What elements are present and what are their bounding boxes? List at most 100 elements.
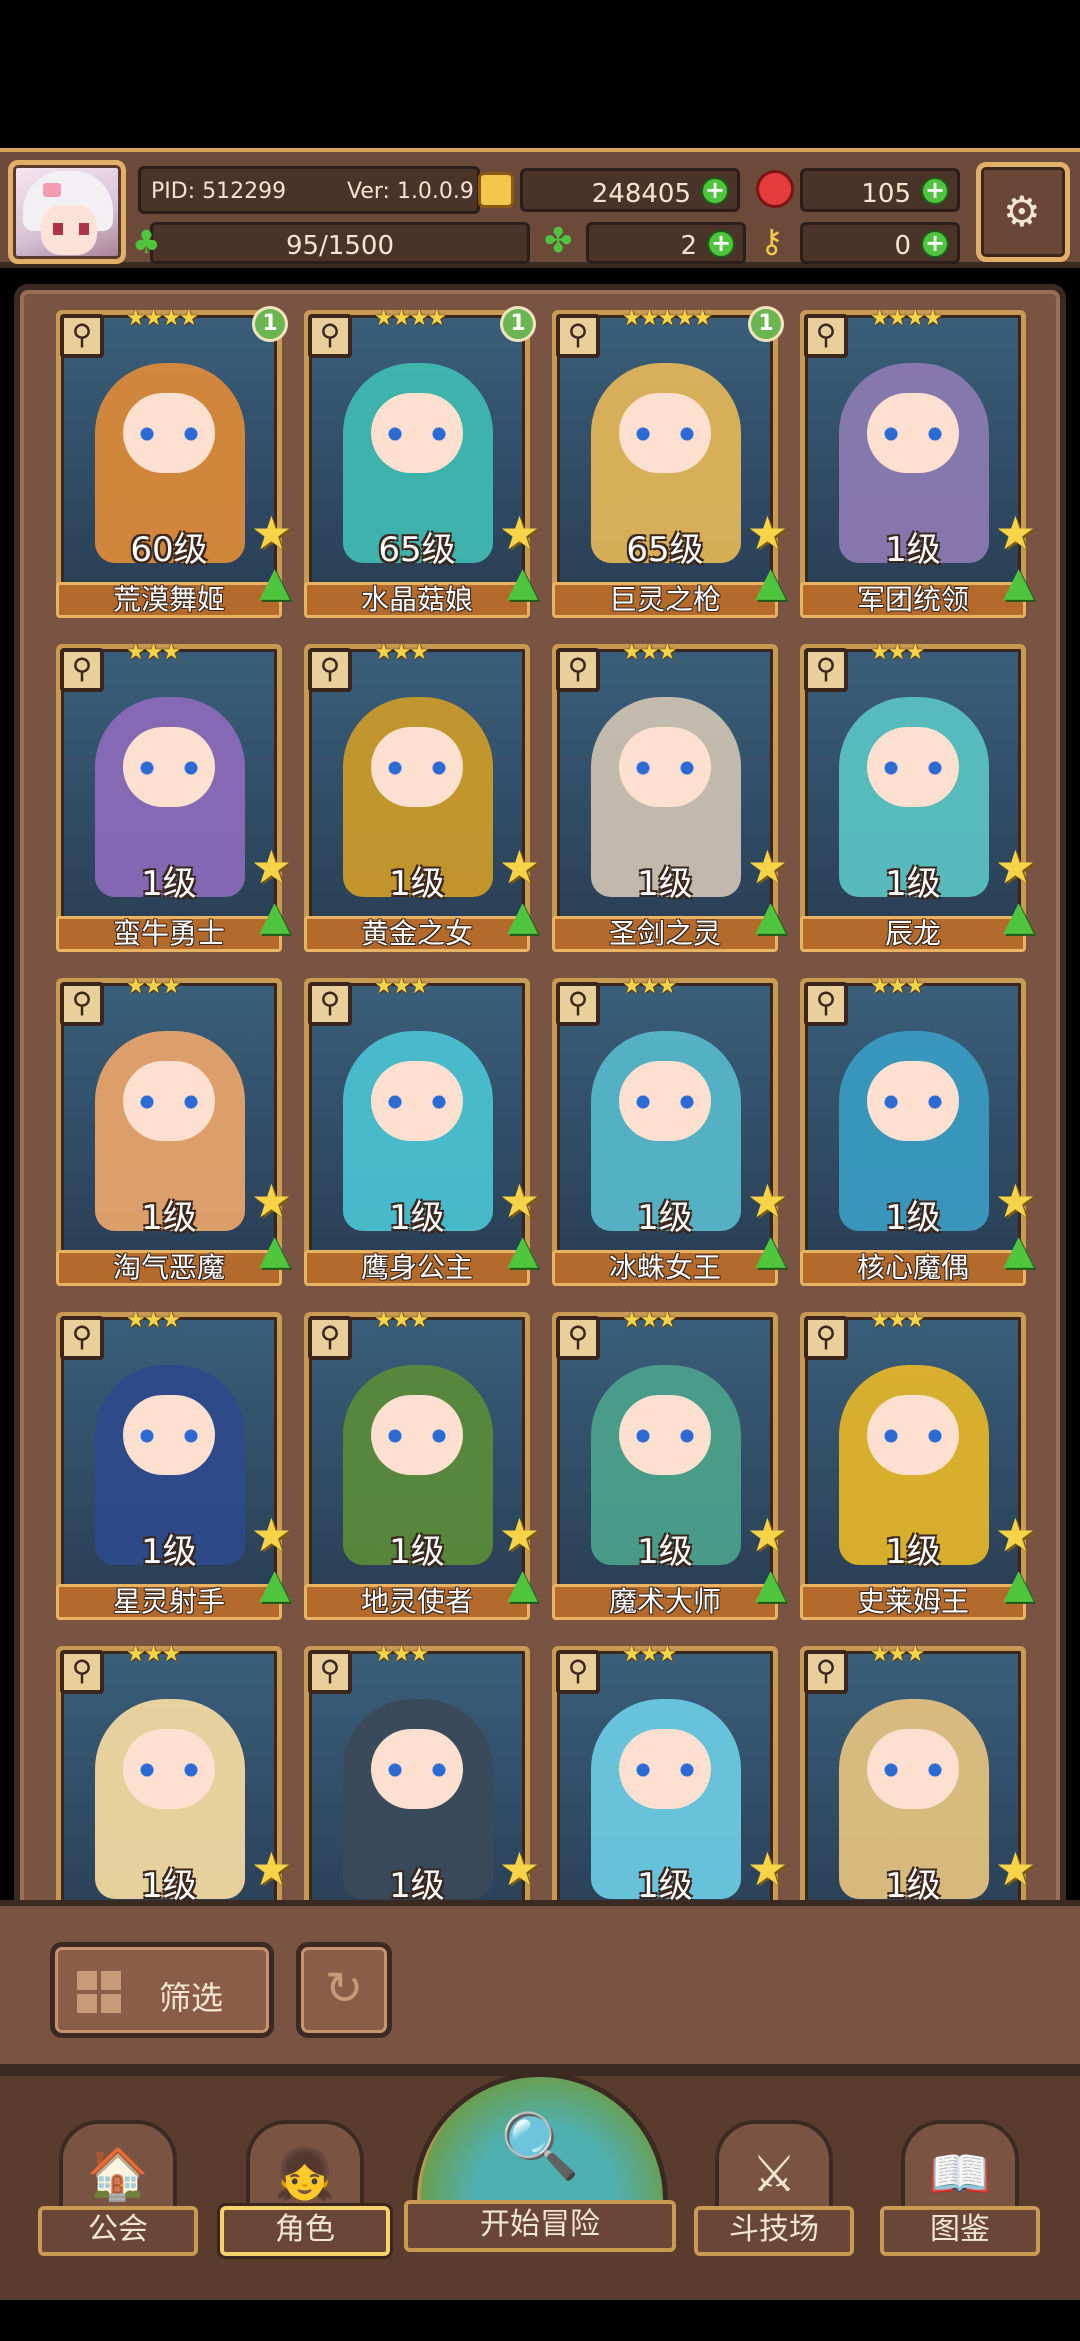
character-name: 核心魔偶 [800,1250,1026,1286]
level-up-icon[interactable]: ▲ [755,1564,786,1604]
star-up-icon[interactable]: ★ [251,844,292,890]
star-up-icon[interactable]: ★ [499,844,540,890]
level-up-icon[interactable]: ▲ [1003,896,1034,936]
class-type-icon: ⚲ [556,982,600,1026]
star-up-icon[interactable]: ★ [747,510,788,556]
character-grid-frame: ⚲ ★★★★ 1 60级 ★ 荒漠舞姬 ▲ ⚲ ★★★★ 1 65级 ★ 水晶菇娘 ▲ ⚲ ★★★★★ 1 65级… [14,284,1066,1924]
star-up-icon[interactable]: ★ [251,1178,292,1224]
level-up-icon[interactable]: ▲ [507,562,538,602]
star-up-icon[interactable]: ★ [499,1512,540,1558]
level-up-icon[interactable]: ▲ [1003,562,1034,602]
character-name: 淘气恶魔 [56,1250,282,1286]
character-card[interactable]: ⚲ ★★★ 1级 ★ 冰蛛女王 ▲ [552,974,788,1286]
character-eyes [387,1095,447,1109]
star-up-icon[interactable]: ★ [747,1512,788,1558]
class-type-icon: ⚲ [308,648,352,692]
character-card[interactable]: ⚲ ★★★ 1级 ★ 魔术大师 ▲ [552,1308,788,1620]
gem-icon [756,170,794,208]
level-up-icon[interactable]: ▲ [507,1230,538,1270]
level-up-icon[interactable]: ▲ [755,562,786,602]
character-card[interactable]: ⚲ ★★★ 1级 ★ 星灵射手 ▲ [56,1308,292,1620]
level-up-icon[interactable]: ▲ [1003,1564,1034,1604]
class-type-icon: ⚲ [60,982,104,1026]
star-up-icon[interactable]: ★ [499,510,540,556]
character-card[interactable]: ⚲ ★★★ 1级 ★ 史莱姆王 ▲ [800,1308,1036,1620]
star-up-icon[interactable]: ★ [747,1846,788,1892]
character-card[interactable]: ⚲ ★★★ 1级 ★ 鹰身公主 ▲ [304,974,540,1286]
level-up-icon[interactable]: ▲ [755,896,786,936]
gem-value: 105 [861,179,911,209]
star-up-icon[interactable]: ★ [995,844,1036,890]
character-card[interactable]: ⚲ ★★★★ 1 60级 ★ 荒漠舞姬 ▲ [56,306,292,618]
filter-button[interactable]: 筛选 [50,1942,274,2038]
rarity-stars: ★★★★ [126,306,199,331]
character-card[interactable]: ⚲ ★★★★ 1级 ★ 军团统领 ▲ [800,306,1036,618]
settings-button[interactable]: ⚙ [976,162,1070,262]
character-card[interactable]: ⚲ ★★★★ 1 65级 ★ 水晶菇娘 ▲ [304,306,540,618]
character-card[interactable]: ⚲ ★★★ 1级 ★ 黄金之女 ▲ [304,640,540,952]
level-up-icon[interactable]: ▲ [507,896,538,936]
add-clovers-button[interactable]: + [707,230,735,258]
character-name: 鹰身公主 [304,1250,530,1286]
level-up-icon[interactable]: ▲ [1003,1230,1034,1270]
level-up-icon[interactable]: ▲ [259,562,290,602]
character-name: 地灵使者 [304,1584,530,1620]
nav-characters[interactable]: 👧 角色 [220,2120,390,2270]
level-up-icon[interactable]: ▲ [259,1230,290,1270]
rarity-stars: ★★★ [374,974,429,999]
character-level: 1级 [389,1198,445,1238]
character-eyes [883,1095,943,1109]
character-card[interactable]: ⚲ ★★★ 1级 ★ [56,1642,292,1918]
character-level: 65级 [378,530,456,570]
character-eyes [883,427,943,441]
start-adventure-button[interactable]: 🔍 开始冒险 [404,2072,676,2252]
character-card[interactable]: ⚲ ★★★ 1级 ★ 淘气恶魔 ▲ [56,974,292,1286]
player-avatar[interactable] [8,160,126,264]
refresh-button[interactable]: ↻ [296,1942,392,2038]
star-up-icon[interactable]: ★ [747,844,788,890]
star-up-icon[interactable]: ★ [995,510,1036,556]
character-name: 黄金之女 [304,916,530,952]
level-up-icon[interactable]: ▲ [259,1564,290,1604]
level-up-icon[interactable]: ▲ [507,1564,538,1604]
clover-icon: ✤ [544,221,573,261]
rarity-stars: ★★★ [622,640,677,665]
star-up-icon[interactable]: ★ [251,1846,292,1892]
rarity-stars: ★★★ [374,640,429,665]
star-up-icon[interactable]: ★ [251,510,292,556]
character-card[interactable]: ⚲ ★★★ 1级 ★ [800,1642,1036,1918]
rarity-stars: ★★★ [126,1642,181,1667]
character-card[interactable]: ⚲ ★★★ 1级 ★ 核心魔偶 ▲ [800,974,1036,1286]
add-coins-button[interactable]: + [701,177,729,205]
character-card[interactable]: ⚲ ★★★ 1级 ★ 辰龙 ▲ [800,640,1036,952]
add-gems-button[interactable]: + [921,177,949,205]
character-card[interactable]: ⚲ ★★★ 1级 ★ [552,1642,788,1918]
character-card[interactable]: ⚲ ★★★ 1级 ★ 地灵使者 ▲ [304,1308,540,1620]
class-type-icon: ⚲ [60,314,104,358]
add-keys-button[interactable]: + [921,230,949,258]
character-card[interactable]: ⚲ ★★★★★ 1 65级 ★ 巨灵之枪 ▲ [552,306,788,618]
character-name: 魔术大师 [552,1584,778,1620]
level-up-icon[interactable]: ▲ [755,1230,786,1270]
nav-guild[interactable]: 🏠 公会 [38,2120,198,2270]
star-up-icon[interactable]: ★ [747,1178,788,1224]
nav-codex[interactable]: 📖 图鉴 [880,2120,1040,2270]
character-card[interactable]: ⚲ ★★★ 1级 ★ [304,1642,540,1918]
level-up-icon[interactable]: ▲ [259,896,290,936]
star-up-icon[interactable]: ★ [995,1512,1036,1558]
star-up-icon[interactable]: ★ [499,1846,540,1892]
character-level: 1级 [885,864,941,904]
star-up-icon[interactable]: ★ [995,1178,1036,1224]
rarity-stars: ★★★ [126,1308,181,1333]
character-eyes [883,761,943,775]
class-type-icon: ⚲ [556,314,600,358]
character-card[interactable]: ⚲ ★★★ 1级 ★ 圣剑之灵 ▲ [552,640,788,952]
class-type-icon: ⚲ [556,648,600,692]
star-up-icon[interactable]: ★ [251,1512,292,1558]
character-card[interactable]: ⚲ ★★★ 1级 ★ 蛮牛勇士 ▲ [56,640,292,952]
star-up-icon[interactable]: ★ [499,1178,540,1224]
class-type-icon: ⚲ [556,1316,600,1360]
star-up-icon[interactable]: ★ [995,1846,1036,1892]
top-status-bar: PID: 512299 Ver: 1.0.0.9 248405 + 105 + … [0,148,1080,268]
nav-arena[interactable]: ⚔ 斗技场 [694,2120,854,2270]
